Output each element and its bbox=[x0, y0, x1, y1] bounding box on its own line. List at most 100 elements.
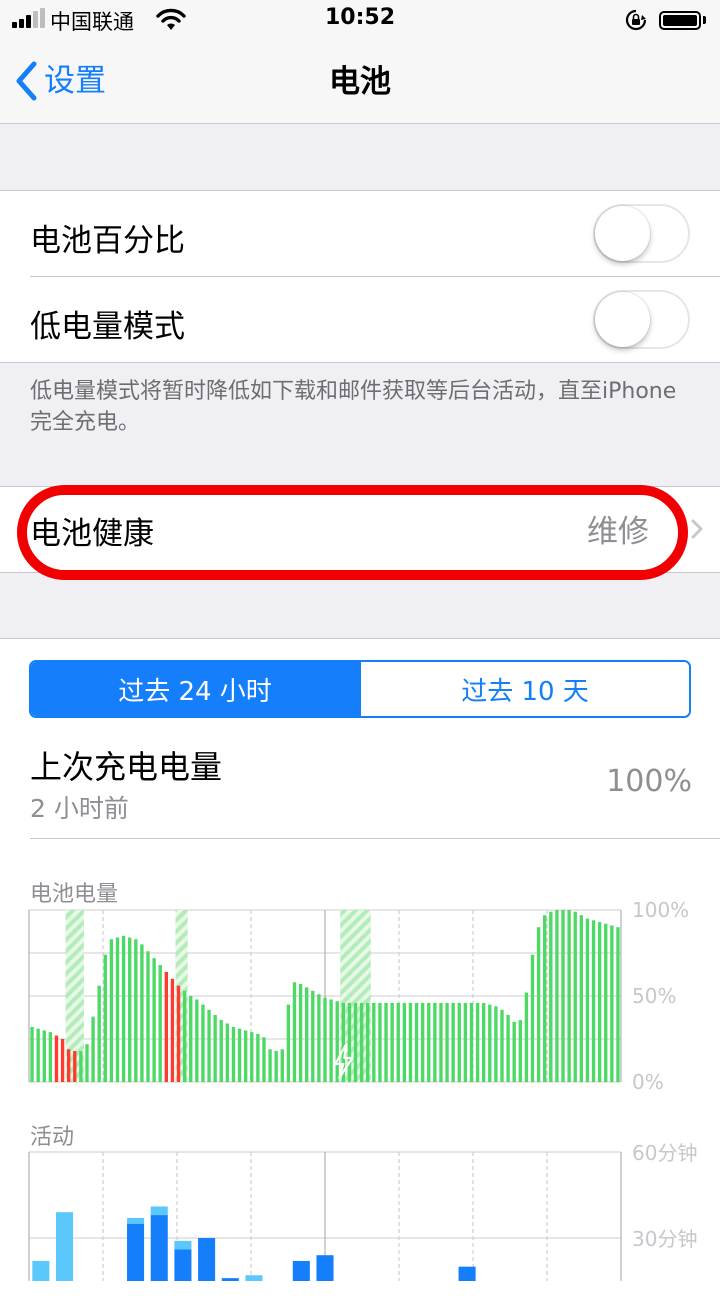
battery-bar bbox=[585, 918, 590, 1082]
y-tick-label: 60分钟 bbox=[632, 1141, 697, 1165]
activity-bar-screen-on bbox=[316, 1255, 334, 1281]
y-tick-label: 100% bbox=[632, 898, 689, 922]
battery-bar bbox=[201, 1004, 205, 1082]
y-tick-label: 50% bbox=[632, 984, 676, 1008]
switch-knob bbox=[595, 206, 650, 261]
battery-bar bbox=[366, 1002, 370, 1082]
activity-bar-screen-off bbox=[55, 1212, 74, 1281]
tab-last-10-days[interactable]: 过去 10 天 bbox=[359, 662, 689, 716]
battery-bar bbox=[372, 1002, 376, 1082]
battery-bar bbox=[610, 925, 614, 1082]
battery-bar bbox=[305, 987, 309, 1082]
battery-bar bbox=[616, 927, 620, 1082]
activity-bar-screen-on bbox=[292, 1260, 310, 1281]
battery-bar bbox=[170, 978, 175, 1082]
battery-nub bbox=[703, 16, 706, 24]
battery-bar bbox=[97, 985, 101, 1082]
battery-bar bbox=[555, 910, 559, 1082]
battery-bar bbox=[134, 939, 138, 1082]
battery-bar bbox=[207, 1009, 211, 1082]
battery-bar bbox=[524, 992, 529, 1082]
battery-bar bbox=[317, 994, 321, 1082]
battery-bar bbox=[73, 1051, 77, 1082]
battery-percentage-label: 电池百分比 bbox=[30, 223, 185, 259]
battery-bar bbox=[359, 1002, 364, 1082]
status-bar: 中国联通 10:52 bbox=[0, 0, 720, 40]
activity-bar-screen-off bbox=[127, 1217, 145, 1224]
battery-bar bbox=[213, 1014, 217, 1082]
activity-bar-screen-on bbox=[458, 1266, 476, 1281]
battery-bar bbox=[604, 923, 608, 1082]
battery-level-chart: 100% 50% 0% bbox=[28, 898, 689, 1094]
battery-settings-group: 电池百分比 低电量模式 bbox=[0, 190, 720, 363]
battery-bar bbox=[384, 1002, 388, 1082]
switch-knob bbox=[595, 292, 650, 347]
battery-bar bbox=[396, 1002, 400, 1082]
battery-icon bbox=[659, 11, 701, 30]
battery-bar bbox=[597, 922, 602, 1082]
battery-bar bbox=[475, 1002, 480, 1082]
battery-bar bbox=[176, 985, 181, 1082]
battery-bar bbox=[543, 915, 547, 1082]
battery-bar bbox=[42, 1030, 46, 1082]
battery-bar bbox=[457, 1002, 461, 1082]
low-power-mode-switch[interactable] bbox=[593, 290, 690, 349]
battery-percentage-switch[interactable] bbox=[593, 204, 690, 263]
battery-bar bbox=[54, 1035, 59, 1082]
battery-bar bbox=[66, 1049, 71, 1082]
activity-bar-screen-on bbox=[150, 1215, 168, 1281]
row-separator bbox=[30, 838, 720, 839]
battery-bar bbox=[274, 1051, 278, 1082]
page-title: 电池 bbox=[329, 64, 391, 100]
low-power-mode-label: 低电量模式 bbox=[30, 309, 185, 345]
battery-bar bbox=[262, 1037, 266, 1082]
battery-bar bbox=[268, 1049, 272, 1082]
battery-bar bbox=[329, 999, 333, 1082]
tab-last-24-hours[interactable]: 过去 24 小时 bbox=[31, 662, 359, 716]
activity-bar-screen-off bbox=[174, 1240, 192, 1250]
battery-bar bbox=[250, 1032, 254, 1082]
battery-bar bbox=[427, 1002, 431, 1082]
last-charge-value: 100% bbox=[606, 764, 692, 799]
last-charge-time: 2 小时前 bbox=[30, 794, 129, 823]
battery-bar bbox=[579, 915, 584, 1082]
battery-bar bbox=[79, 1051, 83, 1082]
battery-bar bbox=[152, 958, 156, 1082]
activity-bar-screen-off bbox=[245, 1275, 263, 1281]
last-charge-title: 上次充电电量 bbox=[30, 748, 223, 786]
battery-bar bbox=[591, 920, 596, 1082]
battery-bar bbox=[237, 1028, 242, 1082]
time-range-segmented-control[interactable]: 过去 24 小时 过去 10 天 bbox=[29, 660, 691, 718]
battery-bar bbox=[280, 1049, 284, 1082]
battery-bar bbox=[103, 954, 107, 1082]
battery-bar bbox=[536, 927, 541, 1082]
battery-bar bbox=[323, 997, 327, 1082]
battery-bar bbox=[573, 911, 577, 1082]
activity-chart: 60分钟 30分钟 bbox=[28, 1141, 697, 1281]
y-tick-label: 30分钟 bbox=[632, 1227, 697, 1251]
battery-bar bbox=[433, 1002, 437, 1082]
battery-bar bbox=[115, 937, 120, 1082]
battery-bar bbox=[225, 1023, 230, 1082]
battery-bar bbox=[146, 951, 150, 1082]
activity-bar-screen-on bbox=[174, 1249, 192, 1281]
battery-bar bbox=[231, 1026, 236, 1082]
battery-bar bbox=[347, 1002, 352, 1082]
battery-bar bbox=[506, 1014, 510, 1082]
battery-bar bbox=[439, 1002, 443, 1082]
battery-bar bbox=[311, 990, 315, 1082]
battery-bar bbox=[469, 1002, 474, 1082]
activity-bar-screen-off bbox=[32, 1260, 50, 1281]
y-tick-label: 0% bbox=[632, 1070, 664, 1094]
chevron-right-icon bbox=[691, 519, 703, 539]
battery-bar bbox=[549, 911, 553, 1082]
activity-bar-screen-on bbox=[127, 1223, 145, 1281]
battery-bar bbox=[30, 1026, 34, 1082]
battery-bar bbox=[500, 1009, 504, 1082]
battery-bar bbox=[420, 1002, 425, 1082]
battery-bar bbox=[414, 1002, 419, 1082]
battery-bar bbox=[85, 1044, 89, 1082]
battery-bar bbox=[408, 1002, 413, 1082]
battery-bar bbox=[482, 1002, 486, 1082]
battery-bar bbox=[518, 1020, 522, 1082]
